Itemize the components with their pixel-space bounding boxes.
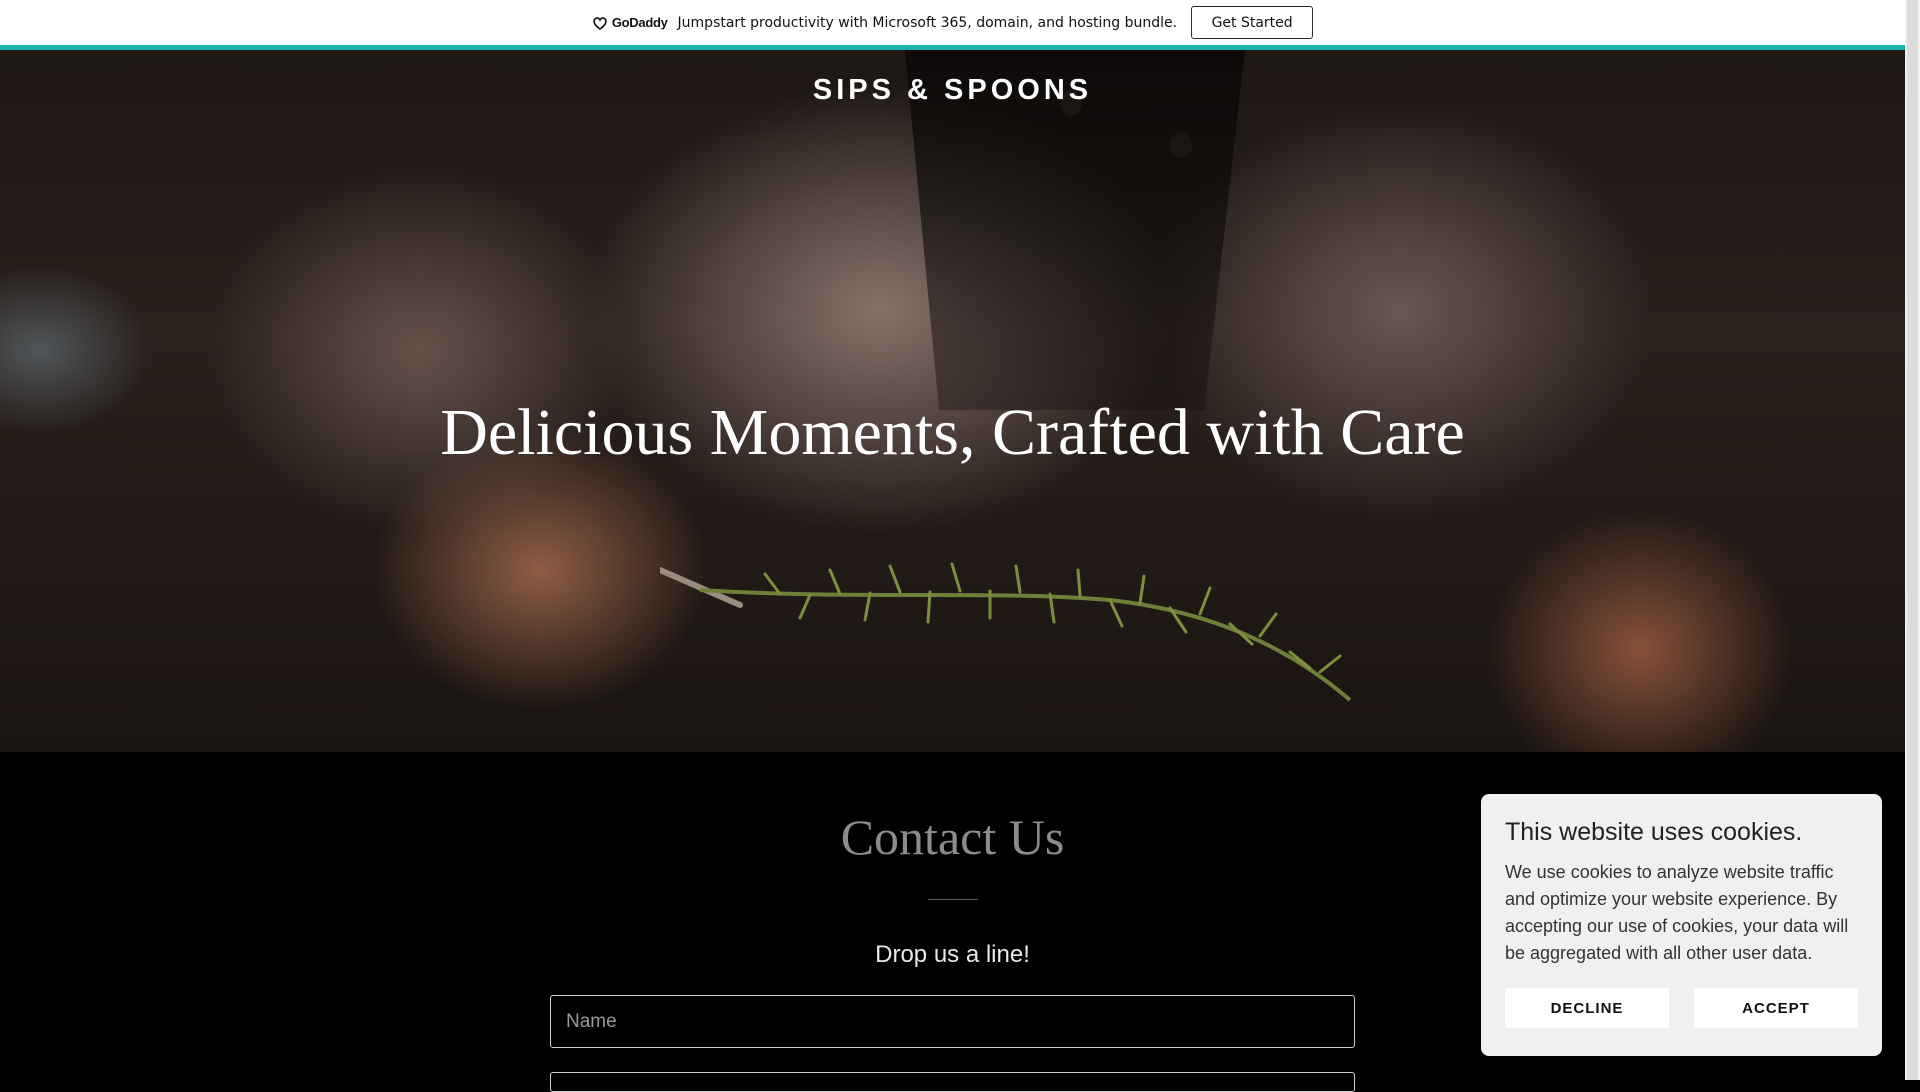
godaddy-icon — [593, 16, 607, 30]
godaddy-logo[interactable]: GoDaddy — [592, 15, 668, 30]
cookie-message: We use cookies to analyze website traffi… — [1505, 862, 1849, 963]
decline-cookies-button[interactable]: DECLINE — [1505, 988, 1669, 1028]
scrollbar-thumb[interactable] — [1907, 0, 1918, 1080]
hero-banner: SIPS & SPOONS Delicious Moments, Crafted… — [0, 50, 1905, 752]
cookie-consent-dialog: This website uses cookies. We use cookie… — [1481, 794, 1882, 1056]
promo-message: Jumpstart productivity with Microsoft 36… — [677, 14, 1178, 31]
promo-bar: GoDaddy Jumpstart productivity with Micr… — [0, 0, 1905, 45]
cookie-title: This website uses cookies. — [1505, 818, 1803, 846]
hero-photo-coat-button — [1170, 132, 1192, 158]
section-divider — [928, 899, 978, 900]
godaddy-logo-text: GoDaddy — [611, 15, 668, 30]
hero-photo-rosemary — [660, 562, 1352, 702]
accept-cookies-button[interactable]: ACCEPT — [1694, 988, 1858, 1028]
get-started-button[interactable]: Get Started — [1191, 6, 1314, 39]
hero-headline: Delicious Moments, Crafted with Care — [440, 396, 1465, 469]
name-input[interactable] — [550, 995, 1355, 1048]
cookie-actions: DECLINE ACCEPT — [1505, 988, 1858, 1028]
email-input[interactable] — [550, 1072, 1355, 1092]
site-brand-title[interactable]: SIPS & SPOONS — [0, 74, 1905, 107]
page-scrollbar[interactable] — [1905, 0, 1920, 1080]
